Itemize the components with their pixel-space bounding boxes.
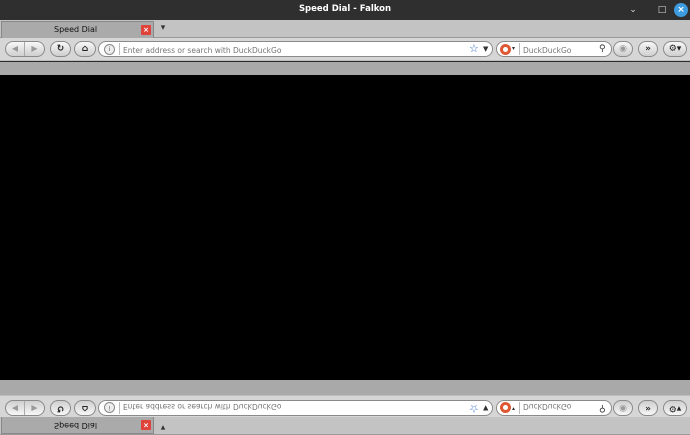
toolbar-separator-bottom <box>0 380 690 395</box>
address-divider <box>119 402 120 414</box>
window-title: Speed Dial - Falkon <box>298 4 392 14</box>
search-icon[interactable]: ⚲ <box>599 42 606 56</box>
back-forward-group-mirrored: ◀ ▶ <box>5 400 45 416</box>
reload-icon[interactable]: ↻ <box>50 41 71 57</box>
search-divider <box>519 402 520 414</box>
chevron-double-right-icon[interactable]: » <box>638 41 658 57</box>
search-icon[interactable]: ⚲ <box>599 401 606 415</box>
home-icon[interactable]: ⌂ <box>74 41 96 57</box>
tab-list-icon[interactable]: ▾ <box>158 23 168 34</box>
reload-icon[interactable]: ↻ <box>50 400 71 416</box>
forward-arrow-icon[interactable]: ▶ <box>25 42 44 56</box>
search-divider <box>519 43 520 55</box>
gear-icon[interactable]: ⚙▾ <box>663 41 687 57</box>
tab-close-icon[interactable]: × <box>141 420 151 430</box>
site-info-icon[interactable]: i <box>104 44 115 55</box>
address-divider <box>119 43 120 55</box>
tab-bar: Speed Dial × ▾ <box>0 20 690 38</box>
tab-bar-mirrored: Speed Dial × ▾ <box>0 417 690 435</box>
bookmark-star-icon[interactable]: ☆ <box>469 42 479 56</box>
chevron-down-icon[interactable]: ▼ <box>483 42 488 56</box>
tab-list-icon[interactable]: ▾ <box>158 421 168 432</box>
back-arrow-icon[interactable]: ◀ <box>6 401 25 415</box>
tab-label: Speed Dial <box>54 25 98 34</box>
page-content[interactable] <box>0 75 690 380</box>
search-input[interactable] <box>523 44 597 56</box>
home-icon[interactable]: ⌂ <box>74 400 96 416</box>
back-arrow-icon[interactable]: ◀ <box>6 42 25 56</box>
close-icon[interactable]: × <box>674 3 688 17</box>
address-input[interactable] <box>123 44 462 56</box>
bookmark-star-icon[interactable]: ☆ <box>469 401 479 415</box>
navigation-toolbar: ◀ ▶ ↻ ⌂ i ☆ ▼ ▾ ⚲ ◉ » ⚙▾ <box>0 38 690 61</box>
search-bar-mirrored: ▾ ⚲ <box>496 400 612 416</box>
adblock-icon[interactable]: ◉ <box>613 41 633 57</box>
gear-icon[interactable]: ⚙▾ <box>663 400 687 416</box>
chevron-down-icon[interactable]: ▼ <box>483 401 488 415</box>
forward-arrow-icon[interactable]: ▶ <box>25 401 44 415</box>
address-input-mirrored[interactable] <box>123 401 462 413</box>
navigation-toolbar-mirrored: ◀ ▶ ↻ ⌂ i ☆ ▼ ▾ ⚲ ◉ » ⚙▾ <box>0 395 690 418</box>
engine-dropdown-icon[interactable]: ▾ <box>512 42 515 56</box>
tab-label: Speed Dial <box>54 421 98 430</box>
duckduckgo-icon[interactable] <box>500 402 511 413</box>
site-info-icon[interactable]: i <box>104 402 115 413</box>
tab-close-icon[interactable]: × <box>141 25 151 35</box>
chevron-double-right-icon[interactable]: » <box>638 400 658 416</box>
maximize-icon[interactable]: □ <box>655 3 669 17</box>
address-bar: i ☆ ▼ <box>98 41 493 57</box>
engine-dropdown-icon[interactable]: ▾ <box>512 401 515 415</box>
back-forward-group: ◀ ▶ <box>5 41 45 57</box>
window-titlebar: Speed Dial - Falkon ⌄ □ × <box>0 0 690 20</box>
search-input-mirrored[interactable] <box>523 401 597 413</box>
toolbar-separator-top <box>0 62 690 75</box>
address-bar-mirrored: i ☆ ▼ <box>98 400 493 416</box>
search-bar: ▾ ⚲ <box>496 41 612 57</box>
tab-speed-dial[interactable]: Speed Dial × <box>1 21 154 38</box>
tab-speed-dial-mirrored[interactable]: Speed Dial × <box>1 417 154 434</box>
duckduckgo-icon[interactable] <box>500 44 511 55</box>
adblock-icon[interactable]: ◉ <box>613 400 633 416</box>
minimize-icon[interactable]: ⌄ <box>626 3 640 17</box>
